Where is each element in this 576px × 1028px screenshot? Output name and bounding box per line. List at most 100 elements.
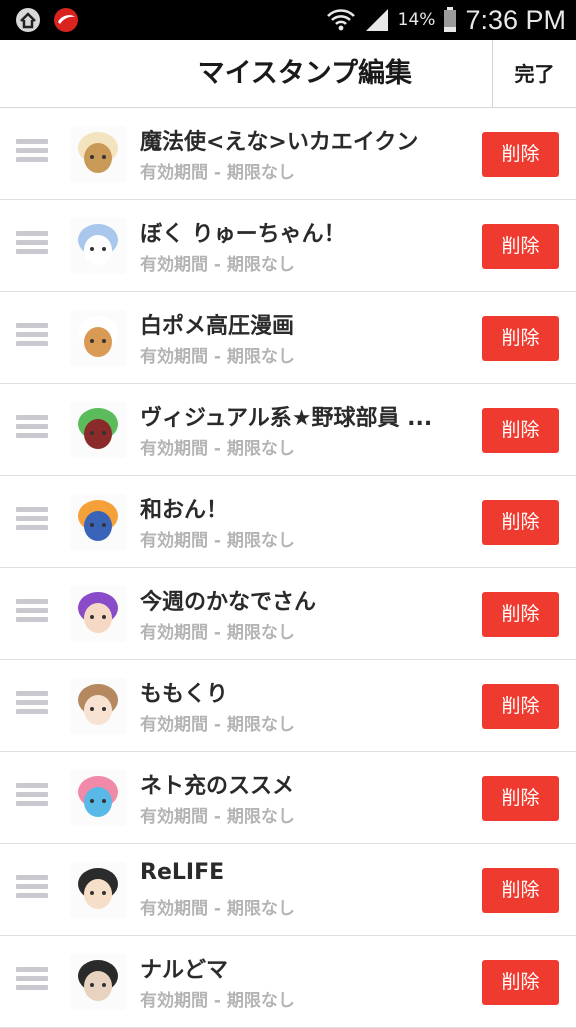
drag-handle-bar [16, 801, 48, 806]
stamp-row: ヴィジュアル系★野球部員 ... 有効期間 - 期限なし 削除 [0, 384, 576, 476]
drag-handle-bar [16, 893, 48, 898]
drag-handle-icon[interactable] [16, 967, 48, 997]
drag-handle-bar [16, 139, 48, 144]
stamp-name: ももくり [140, 682, 229, 707]
drag-handle-bar [16, 341, 48, 346]
drag-handle-bar [16, 249, 48, 254]
done-button[interactable]: 完了 [493, 40, 576, 108]
delete-button[interactable]: 削除 [482, 592, 559, 637]
stamp-validity: 有効期間 - 期限なし [140, 163, 295, 183]
drag-handle-bar [16, 691, 48, 696]
drag-handle-icon[interactable] [16, 875, 48, 905]
drag-handle-bar [16, 415, 48, 420]
stamp-name: ネト充のススメ [140, 774, 295, 799]
delete-button[interactable]: 削除 [482, 132, 559, 177]
delete-button[interactable]: 削除 [482, 224, 559, 269]
drag-handle-bar [16, 709, 48, 714]
drag-handle-bar [16, 599, 48, 604]
stamp-validity: 有効期間 - 期限なし [140, 899, 295, 919]
stamp-validity: 有効期間 - 期限なし [140, 347, 295, 367]
drag-handle-icon[interactable] [16, 415, 48, 445]
app-header: マイスタンプ編集 完了 [0, 40, 576, 108]
drag-handle-bar [16, 148, 48, 153]
stamp-thumbnail-icon [70, 954, 126, 1010]
stamp-name: ナルどマ [140, 958, 229, 983]
stamp-row: ネト充のススメ有効期間 - 期限なし 削除 [0, 752, 576, 844]
drag-handle-bar [16, 700, 48, 705]
stamp-list: 魔法使<えな>いカエイクン 有効期間 - 期限なし 削除 ぼく りゅーちゃん！ 有効期間… [0, 108, 576, 1028]
drag-handle-bar [16, 231, 48, 236]
stamp-name: ReLIFE [140, 860, 225, 885]
drag-handle-icon[interactable] [16, 599, 48, 629]
drag-handle-icon[interactable] [16, 507, 48, 537]
stamp-validity: 有効期間 - 期限なし [140, 531, 295, 551]
stamp-validity: 有効期間 - 期限なし [140, 807, 295, 827]
delete-button[interactable]: 削除 [482, 960, 559, 1005]
stamp-row: 今週のかなでさん有効期間 - 期限なし 削除 [0, 568, 576, 660]
drag-handle-bar [16, 433, 48, 438]
drag-handle-bar [16, 884, 48, 889]
drag-handle-icon[interactable] [16, 139, 48, 169]
stamp-name: ヴィジュアル系★野球部員 ... [140, 406, 433, 431]
stamp-name: 和おん！ [140, 498, 229, 523]
drag-handle-icon[interactable] [16, 323, 48, 353]
stamp-thumbnail-icon [70, 678, 126, 734]
stamp-thumbnail-icon [70, 218, 126, 274]
delete-button[interactable]: 削除 [482, 684, 559, 729]
stamp-thumbnail-icon [70, 126, 126, 182]
drag-handle-bar [16, 516, 48, 521]
clock: 7:36 PM [465, 4, 566, 35]
stamp-thumbnail-icon [70, 494, 126, 550]
drag-handle-bar [16, 507, 48, 512]
drag-handle-bar [16, 332, 48, 337]
drag-handle-bar [16, 985, 48, 990]
delete-button[interactable]: 削除 [482, 408, 559, 453]
stamp-thumbnail-icon [70, 770, 126, 826]
stamp-name: 白ポメ高圧漫画 [140, 314, 295, 339]
drag-handle-bar [16, 240, 48, 245]
delete-button[interactable]: 削除 [482, 776, 559, 821]
stamp-name: 今週のかなでさん [140, 590, 317, 615]
stamp-thumbnail-icon [70, 310, 126, 366]
stamp-name: ぼく りゅーちゃん！ [140, 222, 346, 247]
delete-button[interactable]: 削除 [482, 868, 559, 913]
drag-handle-icon[interactable] [16, 231, 48, 261]
drag-handle-bar [16, 875, 48, 880]
trend-micro-icon [54, 8, 78, 32]
stamp-row: ReLIFE 有効期間 - 期限なし 削除 [0, 844, 576, 936]
battery-icon [444, 7, 457, 32]
stamp-row: ぼく りゅーちゃん！ 有効期間 - 期限なし 削除 [0, 200, 576, 292]
signal-icon [365, 9, 388, 31]
drag-handle-bar [16, 617, 48, 622]
stamp-thumbnail-icon [70, 862, 126, 918]
drag-handle-icon[interactable] [16, 783, 48, 813]
drag-handle-bar [16, 608, 48, 613]
delete-button[interactable]: 削除 [482, 500, 559, 545]
stamp-thumbnail-icon [70, 402, 126, 458]
page-title: マイスタンプ編集 [197, 58, 412, 89]
battery-percent: 14% [397, 10, 436, 30]
stamp-row: ナルどマ有効期間 - 期限なし 削除 [0, 936, 576, 1028]
drag-handle-icon[interactable] [16, 691, 48, 721]
stamp-row: 魔法使<えな>いカエイクン有効期間 - 期限なし 削除 [0, 108, 576, 200]
delete-button[interactable]: 削除 [482, 316, 559, 361]
stamp-validity: 有効期間 - 期限なし [140, 991, 295, 1011]
stamp-row: ももくり有効期間 - 期限なし 削除 [0, 660, 576, 752]
drag-handle-bar [16, 967, 48, 972]
drag-handle-bar [16, 157, 48, 162]
stamp-validity: 有効期間 - 期限なし [140, 623, 295, 643]
stamp-validity: 有効期間 - 期限なし [140, 439, 295, 459]
drag-handle-bar [16, 976, 48, 981]
drag-handle-bar [16, 424, 48, 429]
drag-handle-bar [16, 792, 48, 797]
stamp-name: 魔法使<えな>いカエイクン [140, 130, 419, 155]
wifi-icon [326, 9, 355, 31]
drag-handle-bar [16, 525, 48, 530]
stamp-validity: 有効期間 - 期限なし [140, 715, 295, 735]
app-badge-icon [16, 8, 40, 32]
drag-handle-bar [16, 323, 48, 328]
status-bar: 14% 7:36 PM [0, 0, 576, 40]
stamp-validity: 有効期間 - 期限なし [140, 255, 295, 275]
stamp-row: 和おん！ 有効期間 - 期限なし 削除 [0, 476, 576, 568]
drag-handle-bar [16, 783, 48, 788]
